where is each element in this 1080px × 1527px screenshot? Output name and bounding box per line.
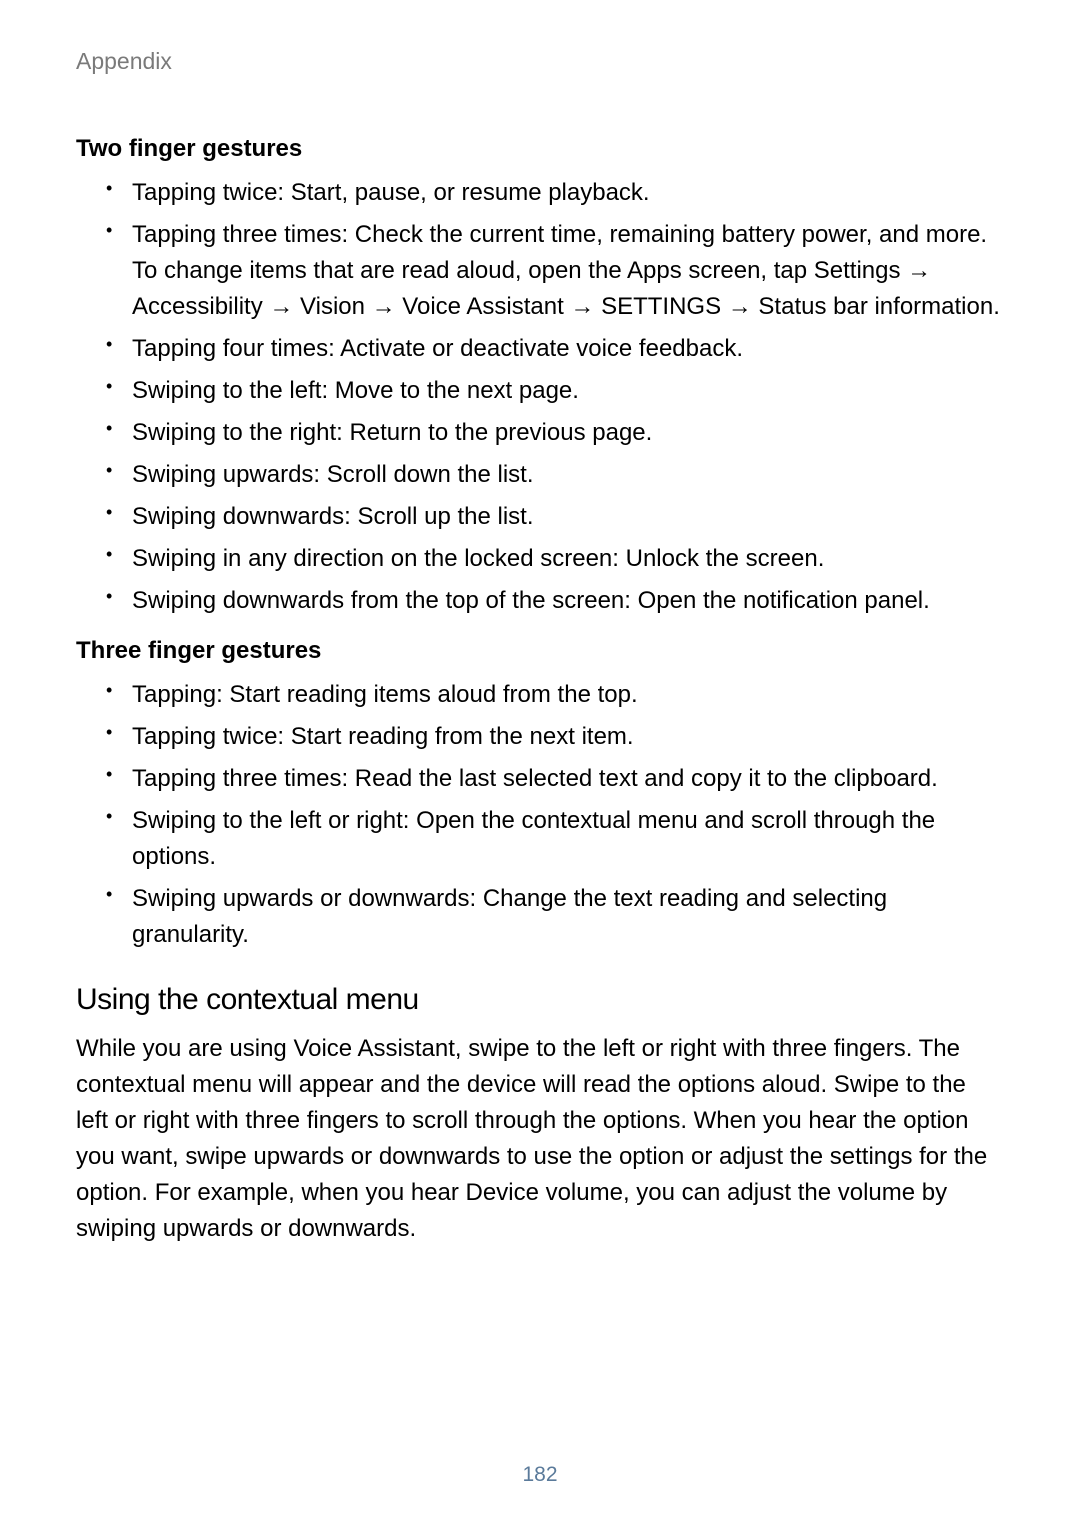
section-two-finger-title: Two finger gestures [76, 135, 1004, 163]
list-item: Swiping to the left or right: Open the c… [106, 803, 1004, 875]
list-item: Swiping in any direction on the locked s… [106, 541, 1004, 577]
section-three-finger-title: Three finger gestures [76, 637, 1004, 665]
list-item: Swiping downwards: Scroll up the list. [106, 499, 1004, 535]
list-item: Swiping to the left: Move to the next pa… [106, 373, 1004, 409]
body-paragraph: While you are using Voice Assistant, swi… [76, 1031, 1004, 1247]
list-item: Tapping: Start reading items aloud from … [106, 677, 1004, 713]
list-item: Tapping twice: Start, pause, or resume p… [106, 175, 1004, 211]
list-item: Swiping to the right: Return to the prev… [106, 415, 1004, 451]
three-finger-list: Tapping: Start reading items aloud from … [76, 677, 1004, 953]
list-item: Tapping three times: Read the last selec… [106, 761, 1004, 797]
subheading-contextual-menu: Using the contextual menu [76, 983, 1004, 1017]
page-header-label: Appendix [76, 48, 1004, 75]
two-finger-list: Tapping twice: Start, pause, or resume p… [76, 175, 1004, 619]
list-item: Tapping four times: Activate or deactiva… [106, 331, 1004, 367]
document-page: Appendix Two finger gestures Tapping twi… [0, 0, 1080, 1527]
list-item: Tapping three times: Check the current t… [106, 217, 1004, 325]
list-item: Swiping downwards from the top of the sc… [106, 583, 1004, 619]
list-item: Swiping upwards: Scroll down the list. [106, 457, 1004, 493]
page-number: 182 [0, 1463, 1080, 1487]
list-item: Tapping twice: Start reading from the ne… [106, 719, 1004, 755]
list-item: Swiping upwards or downwards: Change the… [106, 881, 1004, 953]
